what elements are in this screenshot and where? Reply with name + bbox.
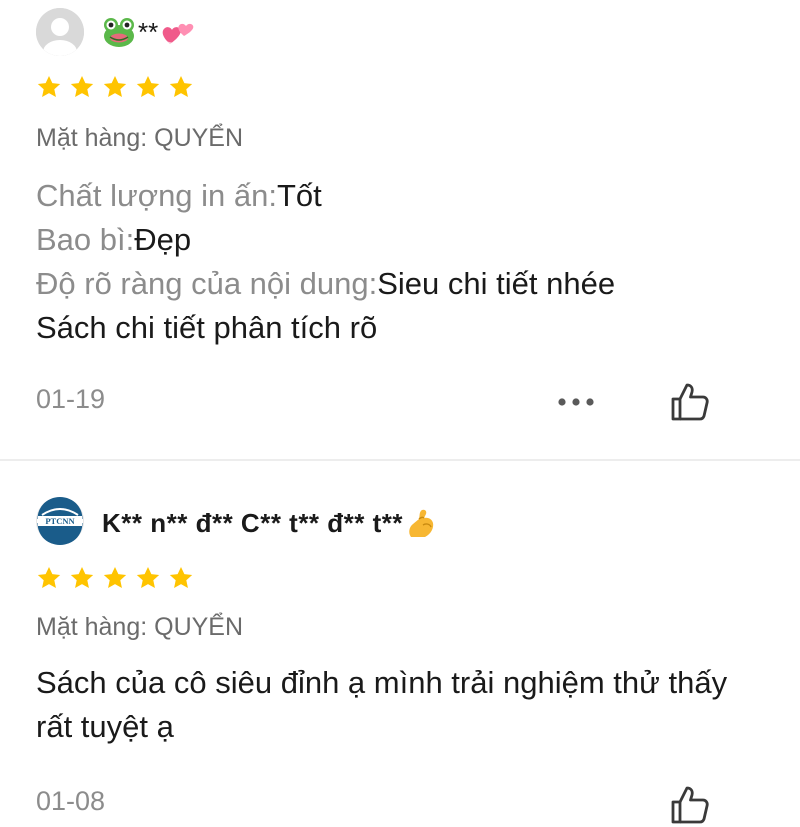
star-icon xyxy=(70,566,94,588)
star-icon xyxy=(103,566,127,588)
user-avatar[interactable] xyxy=(36,8,84,56)
two-hearts-emoji-icon xyxy=(162,23,194,45)
logo-text: PTCNN xyxy=(45,516,75,526)
reviewer-name-text: ** xyxy=(138,16,159,47)
star-icon xyxy=(103,75,127,97)
review-card: PTCNN K** n** đ** C** t** đ** t** Mặt hà… xyxy=(0,461,800,824)
field-value: Đẹp xyxy=(134,222,192,257)
product-variant: Mặt hàng: QUYỂN xyxy=(36,613,244,641)
review-date: 01-19 xyxy=(36,384,106,414)
field-label: Độ rõ ràng của nội dung: xyxy=(36,266,378,301)
field-label: Bao bì: xyxy=(36,222,135,257)
like-thumbs-up-icon[interactable] xyxy=(668,783,712,827)
reviewer-name: ** xyxy=(102,14,196,50)
field-value: Sieu chi tiết nhée xyxy=(377,266,616,301)
review-field-print-quality: Chất lượng in ấn:Tốt xyxy=(36,174,756,218)
flexed-biceps-emoji-icon xyxy=(409,509,434,537)
field-value: Tốt xyxy=(277,178,322,213)
star-rating xyxy=(36,565,194,591)
star-rating xyxy=(36,74,194,100)
review-comment: Sách chi tiết phân tích rõ xyxy=(36,310,378,345)
star-icon xyxy=(136,75,160,97)
star-icon xyxy=(136,566,160,588)
star-icon xyxy=(169,566,193,588)
star-icon xyxy=(70,75,94,97)
reviewer-name: K** n** đ** C** t** đ** t** xyxy=(102,505,437,541)
reviewer-name-text: K** n** đ** C** t** đ** t** xyxy=(102,507,404,538)
review-field-packaging: Bao bì:Đẹp xyxy=(36,218,756,262)
more-options-icon[interactable] xyxy=(556,396,596,408)
default-avatar-icon xyxy=(36,8,84,56)
frog-emoji-icon xyxy=(104,18,134,47)
review-date: 01-08 xyxy=(36,786,106,816)
star-icon xyxy=(169,75,193,97)
review-content: Sách của cô siêu đỉnh ạ mình trải nghiệm… xyxy=(36,661,756,749)
star-icon xyxy=(37,566,61,588)
star-icon xyxy=(37,75,61,97)
user-avatar[interactable]: PTCNN xyxy=(36,497,84,545)
review-card: ** Mặt hàng: QUYỂN Chất lượng in ấn:Tốt … xyxy=(0,0,800,460)
like-thumbs-up-icon[interactable] xyxy=(668,380,712,424)
review-comment: Sách của cô siêu đỉnh ạ mình trải nghiệm… xyxy=(36,665,728,744)
product-variant: Mặt hàng: QUYỂN xyxy=(36,124,244,152)
review-content: Chất lượng in ấn:Tốt Bao bì:Đẹp Độ rõ rà… xyxy=(36,174,756,350)
review-field-content-clarity: Độ rõ ràng của nội dung:Sieu chi tiết nh… xyxy=(36,262,756,306)
ptcnn-logo-icon: PTCNN xyxy=(37,497,83,545)
field-label: Chất lượng in ấn: xyxy=(36,178,277,213)
